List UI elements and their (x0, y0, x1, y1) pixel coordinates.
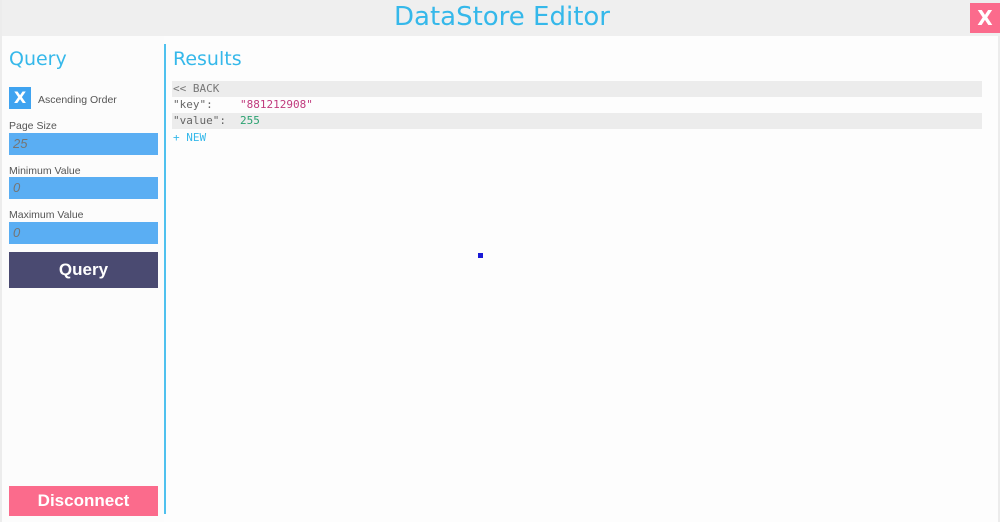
maximum-value-input[interactable] (9, 222, 158, 244)
back-row[interactable]: << BACK (172, 81, 982, 97)
minimum-value-input[interactable] (9, 177, 158, 199)
query-title: Query (9, 48, 67, 70)
query-button[interactable]: Query (9, 252, 158, 288)
entry-field-name: "value": (173, 114, 226, 127)
panel-divider (164, 44, 166, 514)
result-entry-value[interactable]: "value": 255 (172, 113, 982, 129)
results-title: Results (173, 48, 242, 70)
datastore-editor-window: DataStore Editor X Query X Ascending Ord… (0, 0, 1000, 522)
back-link[interactable]: << BACK (172, 82, 219, 95)
page-size-label: Page Size (9, 120, 57, 132)
entry-field-name: "key": (173, 98, 213, 111)
maximum-value-label: Maximum Value (9, 209, 84, 221)
mouse-cursor (478, 253, 483, 258)
entry-field-value[interactable]: "881212908" (240, 97, 313, 113)
new-entry-link[interactable]: + NEW (172, 131, 206, 144)
new-entry-row[interactable]: + NEW (172, 130, 982, 146)
window-title: DataStore Editor (393, 2, 610, 32)
minimum-value-label: Minimum Value (9, 165, 81, 177)
entry-field-value[interactable]: 255 (240, 113, 260, 129)
ascending-order-label: Ascending Order (38, 94, 117, 106)
close-button[interactable]: X (970, 3, 1000, 33)
page-size-input[interactable] (9, 133, 158, 155)
result-entry-key[interactable]: "key": "881212908" (172, 97, 982, 113)
disconnect-button[interactable]: Disconnect (9, 486, 158, 516)
title-bar: DataStore Editor X (2, 0, 1000, 36)
ascending-order-checkbox[interactable]: X (9, 87, 31, 109)
